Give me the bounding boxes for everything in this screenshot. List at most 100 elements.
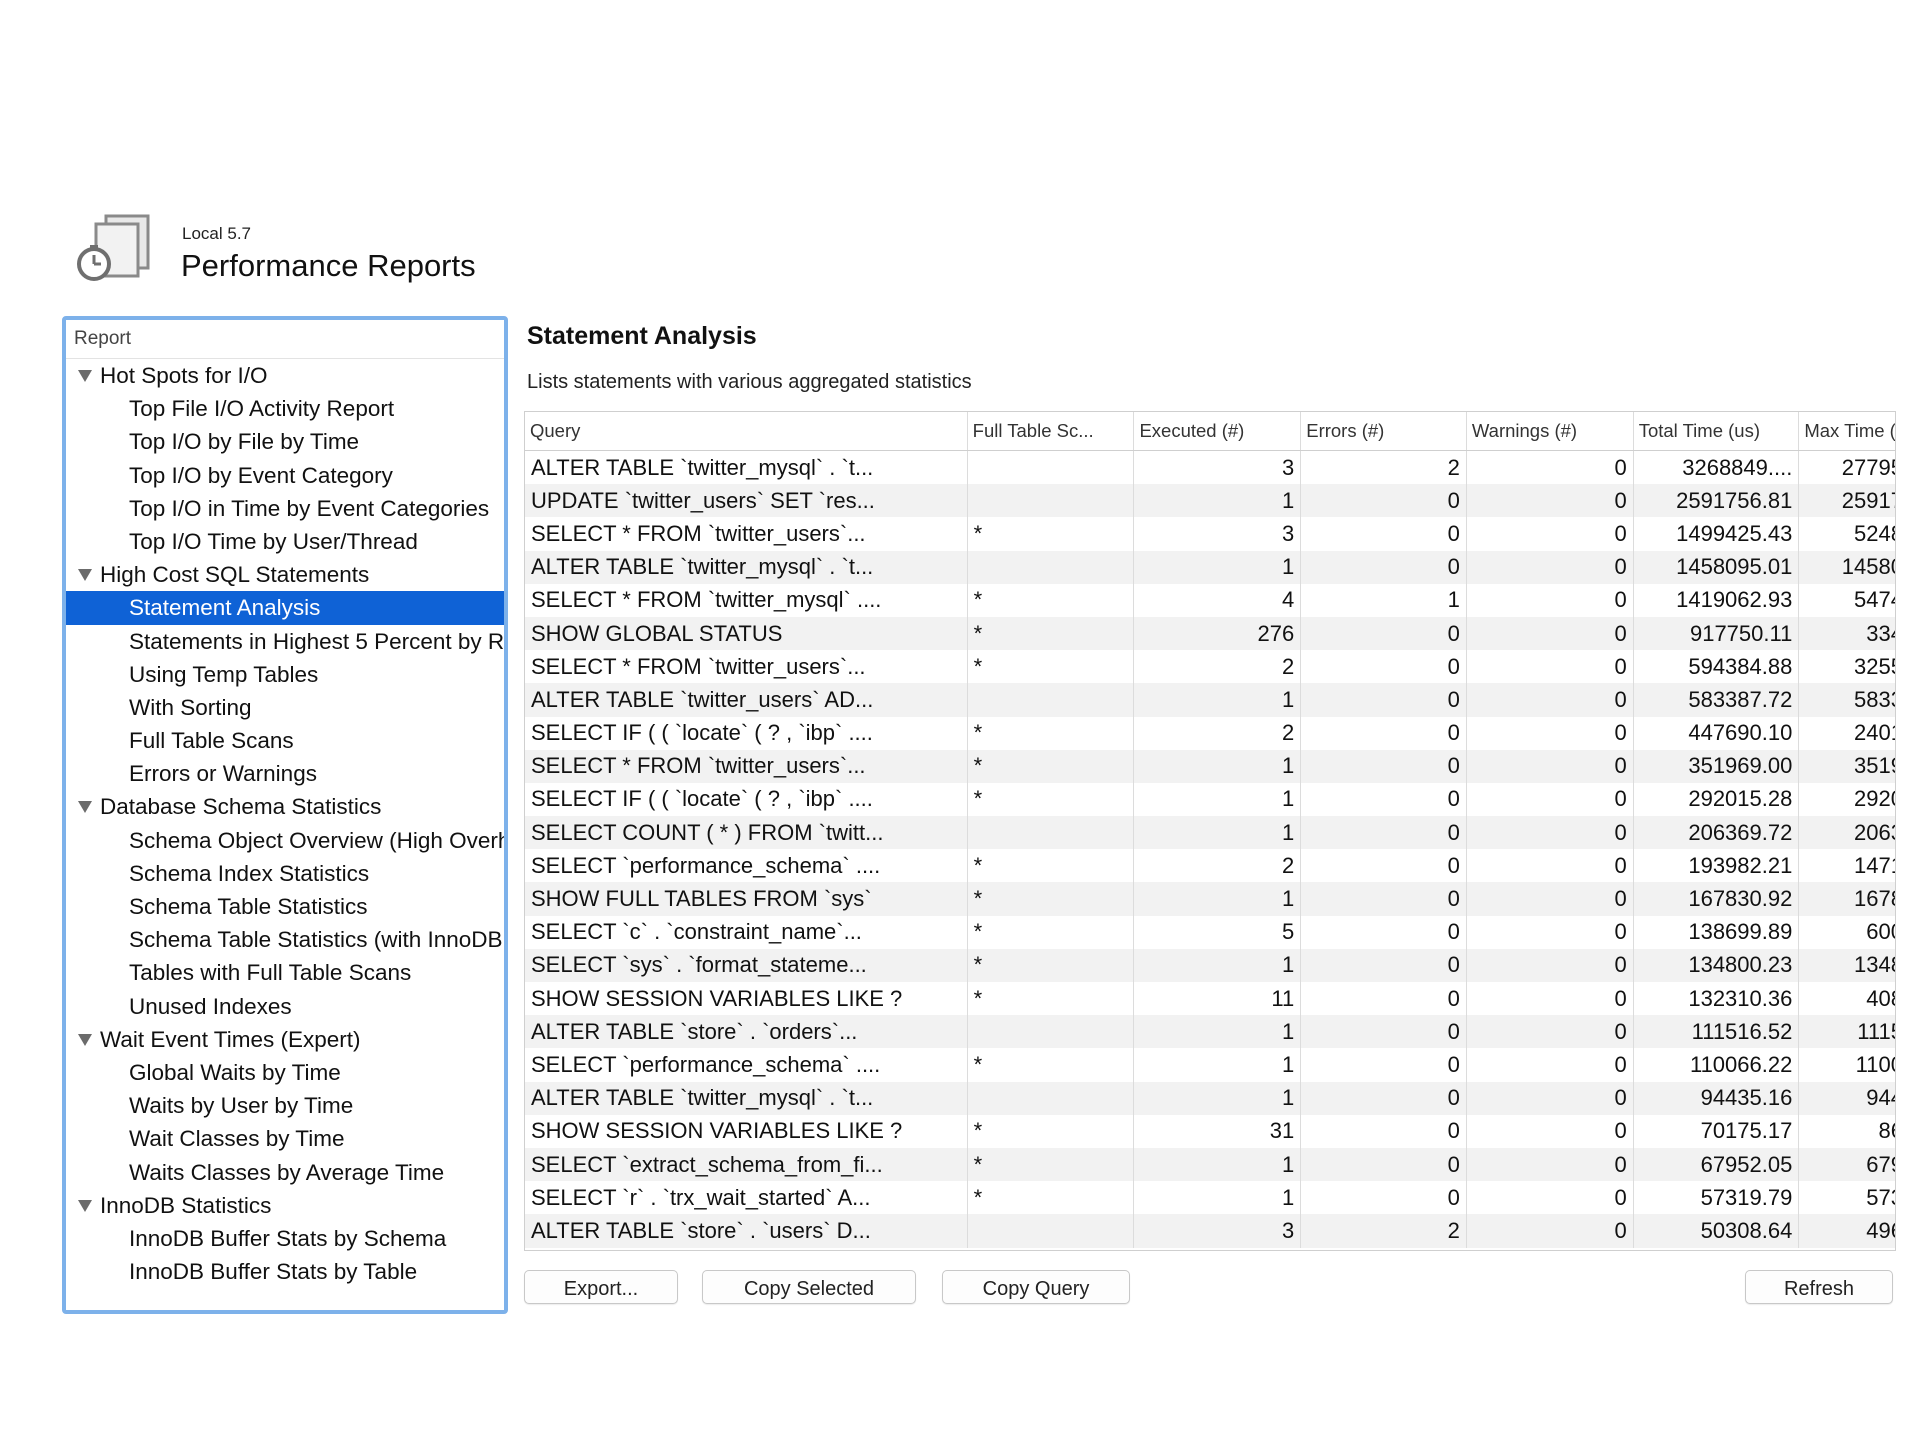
- table-cell: 1: [1133, 1147, 1302, 1182]
- tree-item[interactable]: Top I/O by Event Category: [66, 459, 504, 492]
- table-cell: 0: [1466, 1015, 1634, 1049]
- table-cell: 0: [1300, 882, 1467, 916]
- disclosure-triangle-icon[interactable]: [78, 569, 92, 582]
- tree-item[interactable]: Top I/O in Time by Event Categories: [66, 492, 504, 525]
- disclosure-triangle-icon[interactable]: [78, 1033, 92, 1046]
- table-row[interactable]: SELECT COUNT ( * ) FROM `twitt... 1 0 0 2063…: [525, 816, 1895, 850]
- table-row[interactable]: SELECT * FROM `twitter_users`... * 1 0 0 3519…: [525, 749, 1895, 783]
- table-row[interactable]: UPDATE `twitter_users` SET `res... 1 0 0 259…: [525, 484, 1895, 518]
- column-header[interactable]: Query: [525, 412, 968, 451]
- copy-query-button[interactable]: Copy Query: [942, 1270, 1130, 1304]
- tree-item[interactable]: InnoDB Buffer Stats by Schema: [66, 1222, 504, 1255]
- table-cell: 0: [1466, 948, 1634, 982]
- tree-item[interactable]: Top I/O by File by Time: [66, 425, 504, 458]
- table-cell: 0: [1466, 749, 1634, 783]
- table-cell: 0: [1466, 1147, 1634, 1182]
- table-row[interactable]: SELECT IF ( ( `locate` ( ? , `ibp` .... *…: [525, 716, 1895, 750]
- tree-group[interactable]: Hot Spots for I/O: [66, 359, 504, 392]
- table-cell: *: [967, 1048, 1135, 1082]
- table-row[interactable]: ALTER TABLE `store` . `users` D... 3 2 0 503…: [525, 1214, 1895, 1248]
- table-row[interactable]: SELECT * FROM `twitter_mysql` .... * 4 1 0 14…: [525, 583, 1895, 617]
- table-cell: [967, 1015, 1135, 1049]
- table-row[interactable]: SELECT IF ( ( `locate` ( ? , `ibp` .... *…: [525, 782, 1895, 817]
- table-row[interactable]: ALTER TABLE `twitter_mysql` . `t... 1 0 0 94…: [525, 1081, 1895, 1115]
- table-row[interactable]: SELECT `performance_schema` .... * 2 0 0 1939…: [525, 849, 1895, 883]
- tree-item[interactable]: Tables with Full Table Scans: [66, 956, 504, 989]
- tree-item[interactable]: Statement Analysis: [66, 591, 504, 625]
- tree-item[interactable]: InnoDB Buffer Stats by Table: [66, 1255, 504, 1288]
- table-row[interactable]: SELECT * FROM `twitter_users`... * 2 0 0 5943…: [525, 650, 1895, 684]
- tree-item[interactable]: Unused Indexes: [66, 990, 504, 1023]
- table-cell: [967, 1081, 1135, 1115]
- table-cell: 583387.72: [1633, 683, 1800, 717]
- table-header-row: Query Full Table Sc... Executed (#) Errors …: [525, 412, 1895, 451]
- table-row[interactable]: SELECT `sys` . `format_stateme... * 1 0 0 134…: [525, 948, 1895, 982]
- tree-group[interactable]: Wait Event Times (Expert): [66, 1023, 504, 1056]
- tree-item[interactable]: With Sorting: [66, 691, 504, 724]
- column-header[interactable]: Total Time (us): [1633, 412, 1800, 451]
- table-cell: SHOW SESSION VARIABLES LIKE ?: [525, 1114, 968, 1148]
- table-row[interactable]: ALTER TABLE `twitter_mysql` . `t... 1 0 0 14…: [525, 550, 1895, 584]
- export-button[interactable]: Export...: [524, 1270, 678, 1304]
- page-title: Performance Reports: [181, 248, 476, 283]
- tree-item[interactable]: Schema Table Statistics (with InnoDB buf…: [66, 923, 504, 956]
- tree-item[interactable]: Using Temp Tables: [66, 658, 504, 691]
- table-row[interactable]: SELECT `r` . `trx_wait_started` A... * 1 0 0…: [525, 1181, 1895, 1215]
- tree-item-label: InnoDB Statistics: [100, 1192, 272, 1218]
- tree-item[interactable]: Schema Object Overview (High Overhead): [66, 824, 504, 857]
- column-header[interactable]: Executed (#): [1133, 412, 1302, 451]
- table-row[interactable]: SELECT `performance_schema` .... * 1 0 0 1100…: [525, 1048, 1895, 1082]
- table-cell: 1: [1133, 484, 1302, 518]
- tree-item[interactable]: Schema Index Statistics: [66, 857, 504, 890]
- column-header[interactable]: Errors (#): [1300, 412, 1467, 451]
- tree-item[interactable]: Statements in Highest 5 Percent by Runti…: [66, 625, 504, 658]
- copy-selected-button[interactable]: Copy Selected: [702, 1270, 916, 1304]
- table-row[interactable]: SHOW SESSION VARIABLES LIKE ? * 31 0 0 70175.…: [525, 1114, 1895, 1148]
- table-cell: 206369.72: [1633, 816, 1800, 850]
- disclosure-triangle-icon[interactable]: [78, 801, 92, 814]
- report-tree[interactable]: Report Hot Spots for I/O Top File I/O Act…: [62, 316, 508, 1314]
- table-cell: [967, 484, 1135, 518]
- tree-item[interactable]: Top File I/O Activity Report: [66, 392, 504, 425]
- tree-item-label: Statements in Highest 5 Percent by Runti…: [129, 628, 504, 654]
- table-cell: 57319.79: [1633, 1181, 1800, 1215]
- tree-item[interactable]: Schema Table Statistics: [66, 890, 504, 923]
- refresh-button[interactable]: Refresh: [1745, 1270, 1893, 1304]
- tree-item[interactable]: Waits by User by Time: [66, 1089, 504, 1122]
- table-row[interactable]: SHOW GLOBAL STATUS*27600917750.1133459.9…: [525, 616, 1895, 651]
- column-header[interactable]: Max Time (us): [1798, 412, 1895, 451]
- tree-item[interactable]: Errors or Warnings: [66, 757, 504, 790]
- tree-item[interactable]: Full Table Scans: [66, 724, 504, 757]
- column-header[interactable]: Full Table Sc...: [967, 412, 1135, 451]
- table-cell: 1499425.43: [1633, 517, 1800, 551]
- table-cell: 3: [1133, 1214, 1302, 1248]
- table-cell: *: [967, 849, 1135, 883]
- tree-item[interactable]: Waits Classes by Average Time: [66, 1156, 504, 1189]
- table-row[interactable]: ALTER TABLE `twitter_mysql` . `t... 3 2 0 32…: [525, 450, 1895, 485]
- tree-item[interactable]: Wait Classes by Time: [66, 1122, 504, 1155]
- table-cell: 111516.52: [1798, 1015, 1895, 1049]
- table-row[interactable]: SELECT `c` . `constraint_name`... * 5 0 0 138…: [525, 915, 1895, 949]
- table-cell: *: [967, 915, 1135, 949]
- table-row[interactable]: SHOW FULL TABLES FROM `sys` * 1 0 0 167830.92…: [525, 882, 1895, 916]
- tree-group[interactable]: Database Schema Statistics: [66, 790, 504, 823]
- table-cell: 292015.28: [1798, 782, 1895, 817]
- table-cell: 547456.22: [1798, 583, 1895, 617]
- table-row[interactable]: SELECT `extract_schema_from_fi... * 1 0 0 679…: [525, 1147, 1895, 1182]
- table-row[interactable]: SHOW SESSION VARIABLES LIKE ? * 11 0 0 132310…: [525, 982, 1895, 1016]
- tree-group[interactable]: High Cost SQL Statements: [66, 558, 504, 591]
- column-header[interactable]: Warnings (#): [1466, 412, 1634, 451]
- table-cell: 0: [1466, 782, 1634, 817]
- tree-item[interactable]: Top I/O Time by User/Thread: [66, 525, 504, 558]
- disclosure-triangle-icon[interactable]: [78, 370, 92, 382]
- table-row[interactable]: ALTER TABLE `twitter_users` AD... 1 0 0 5833…: [525, 683, 1895, 717]
- table-cell: 0: [1466, 716, 1634, 750]
- table-cell: 0: [1300, 782, 1467, 817]
- statement-analysis-table[interactable]: Query Full Table Sc... Executed (#) Errors …: [524, 411, 1896, 1251]
- tree-group[interactable]: InnoDB Statistics: [66, 1189, 504, 1222]
- tree-item[interactable]: Global Waits by Time: [66, 1056, 504, 1089]
- disclosure-triangle-icon[interactable]: [78, 1199, 92, 1212]
- table-cell: 3: [1133, 450, 1302, 485]
- table-row[interactable]: SELECT * FROM `twitter_users`... * 3 0 0 1499…: [525, 517, 1895, 551]
- table-row[interactable]: ALTER TABLE `store` . `orders`... 1 0 0 1115…: [525, 1015, 1895, 1049]
